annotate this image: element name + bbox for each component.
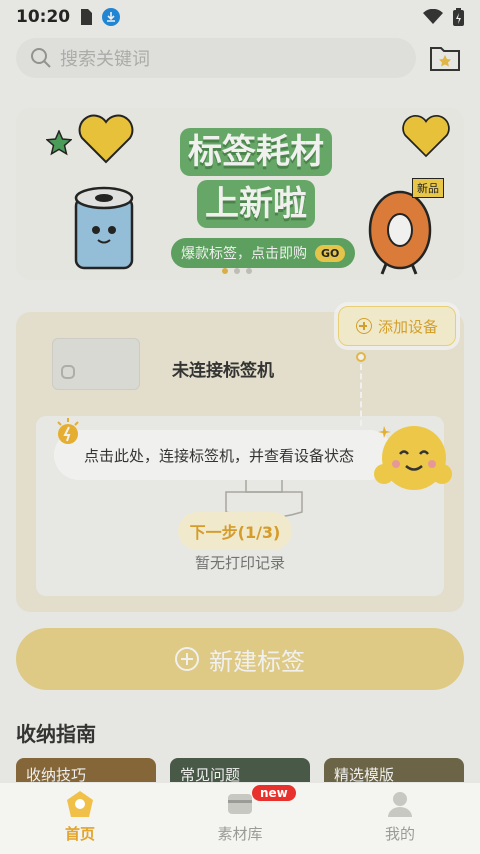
folder-star-icon[interactable] <box>428 40 462 74</box>
go-badge[interactable]: GO <box>315 244 346 262</box>
onboarding-tooltip: 点击此处，连接标签机，并查看设备状态 <box>54 430 394 480</box>
materials-icon <box>228 794 252 814</box>
profile-icon <box>388 792 412 817</box>
add-device-button[interactable]: 添加设备 <box>338 306 456 346</box>
pagination-dot[interactable] <box>234 268 240 274</box>
onboarding-tip-text: 点击此处，连接标签机，并查看设备状态 <box>84 446 355 465</box>
plus-circle-icon <box>175 647 199 671</box>
smiling-face-icon <box>374 426 452 490</box>
banner-pagination <box>222 268 252 274</box>
bottom-tab-bar: 首页 素材库 new 我的 <box>0 782 480 854</box>
add-circle-icon <box>355 318 372 334</box>
promo-banner[interactable]: 标签耗材 上新啦 爆款标签，点击即购 GO 新品 <box>16 108 464 280</box>
new-label-button[interactable]: 新建标签 <box>16 628 464 690</box>
tab-home-label: 首页 <box>64 825 95 843</box>
heart-sticker-icon <box>78 114 134 164</box>
tab-home[interactable]: 首页 <box>0 783 160 854</box>
guide-pointer-line <box>360 364 362 426</box>
tab-materials-label: 素材库 <box>217 825 263 843</box>
label-printer-image <box>52 338 140 390</box>
add-device-label: 添加设备 <box>377 317 438 336</box>
guide-pointer-dot <box>356 352 366 362</box>
search-bar[interactable]: 搜索关键词 <box>16 38 416 78</box>
status-bar: 10:20 <box>0 0 480 34</box>
status-time: 10:20 <box>16 7 71 27</box>
heart-sticker-right-icon <box>402 115 450 158</box>
search-icon <box>31 48 51 68</box>
new-badge: new <box>252 785 296 801</box>
wifi-icon <box>423 9 443 24</box>
sim-card-icon <box>81 9 93 25</box>
next-step-button[interactable]: 下一步(1/3) <box>178 512 292 550</box>
lightbulb-icon <box>57 418 79 444</box>
tab-materials[interactable]: 素材库 new <box>160 783 320 854</box>
banner-title-line2: 上新啦 <box>197 180 315 228</box>
tape-roll-illustration <box>74 186 134 270</box>
banner-subtitle-text: 爆款标签，点击即购 <box>181 246 307 262</box>
tab-profile[interactable]: 我的 <box>320 783 480 854</box>
home-icon <box>67 791 93 817</box>
search-placeholder: 搜索关键词 <box>60 49 150 70</box>
no-print-record-text: 暂无打印记录 <box>194 554 285 572</box>
new-label-text: 新建标签 <box>209 647 305 676</box>
battery-icon <box>453 8 464 26</box>
new-product-tag: 新品 <box>412 178 444 198</box>
pagination-dot[interactable] <box>246 268 252 274</box>
tab-profile-label: 我的 <box>384 825 415 843</box>
download-icon <box>102 8 121 26</box>
banner-title-line1: 标签耗材 <box>180 128 332 176</box>
device-status-text: 未连接标签机 <box>172 361 274 381</box>
banner-title: 标签耗材 上新啦 <box>156 128 356 232</box>
pagination-dot[interactable] <box>222 268 228 274</box>
banner-subtitle[interactable]: 爆款标签，点击即购 GO <box>171 238 356 268</box>
guide-section-title: 收纳指南 <box>16 722 96 746</box>
star-sticker-icon <box>46 130 72 156</box>
